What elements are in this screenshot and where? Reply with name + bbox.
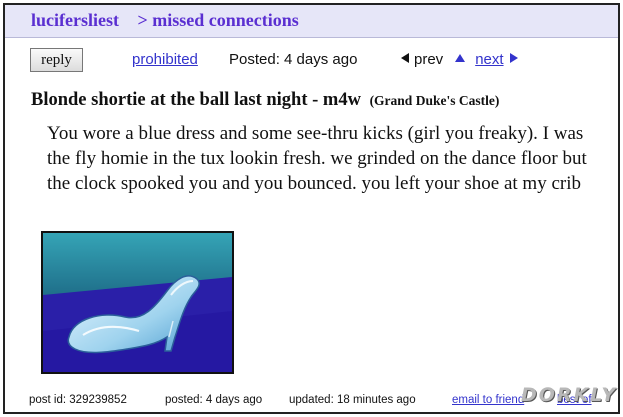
- footer-updated-time: updated: 18 minutes ago: [289, 394, 416, 406]
- breadcrumb-section-link[interactable]: missed connections: [152, 10, 299, 30]
- up-arrow-icon[interactable]: [455, 54, 466, 62]
- page-frame: lucifersliest > missed connections reply…: [3, 3, 620, 414]
- post-id: post id: 329239852: [29, 394, 127, 406]
- post-image: [41, 231, 234, 374]
- dorkly-watermark: DORKLY: [521, 384, 618, 406]
- header-bar: lucifersliest > missed connections: [5, 5, 618, 38]
- breadcrumb-separator: >: [137, 10, 148, 30]
- post-title: Blonde shortie at the ball last night - …: [31, 90, 499, 111]
- next-arrow-icon[interactable]: [509, 53, 518, 63]
- post-body: You wore a blue dress and some see-thru …: [47, 123, 587, 194]
- post-toolbar: reply prohibited Posted: 4 days ago prev…: [5, 39, 618, 83]
- prev-link[interactable]: prev: [414, 51, 443, 68]
- glass-slipper-icon: [43, 233, 232, 372]
- post-title-text: Blonde shortie at the ball last night - …: [31, 90, 361, 110]
- post-location: (Grand Duke's Castle): [369, 93, 500, 108]
- next-link[interactable]: next: [475, 51, 503, 68]
- reply-button[interactable]: reply: [30, 48, 83, 72]
- footer-posted-time: posted: 4 days ago: [165, 394, 263, 406]
- post-navigation: prev next: [401, 51, 518, 68]
- site-name-link[interactable]: lucifersliest: [31, 10, 119, 30]
- email-to-friend-link[interactable]: email to friend: [452, 394, 524, 406]
- prohibited-link[interactable]: prohibited: [132, 51, 198, 68]
- prev-arrow-icon[interactable]: [401, 53, 409, 63]
- posted-time: Posted: 4 days ago: [229, 51, 358, 68]
